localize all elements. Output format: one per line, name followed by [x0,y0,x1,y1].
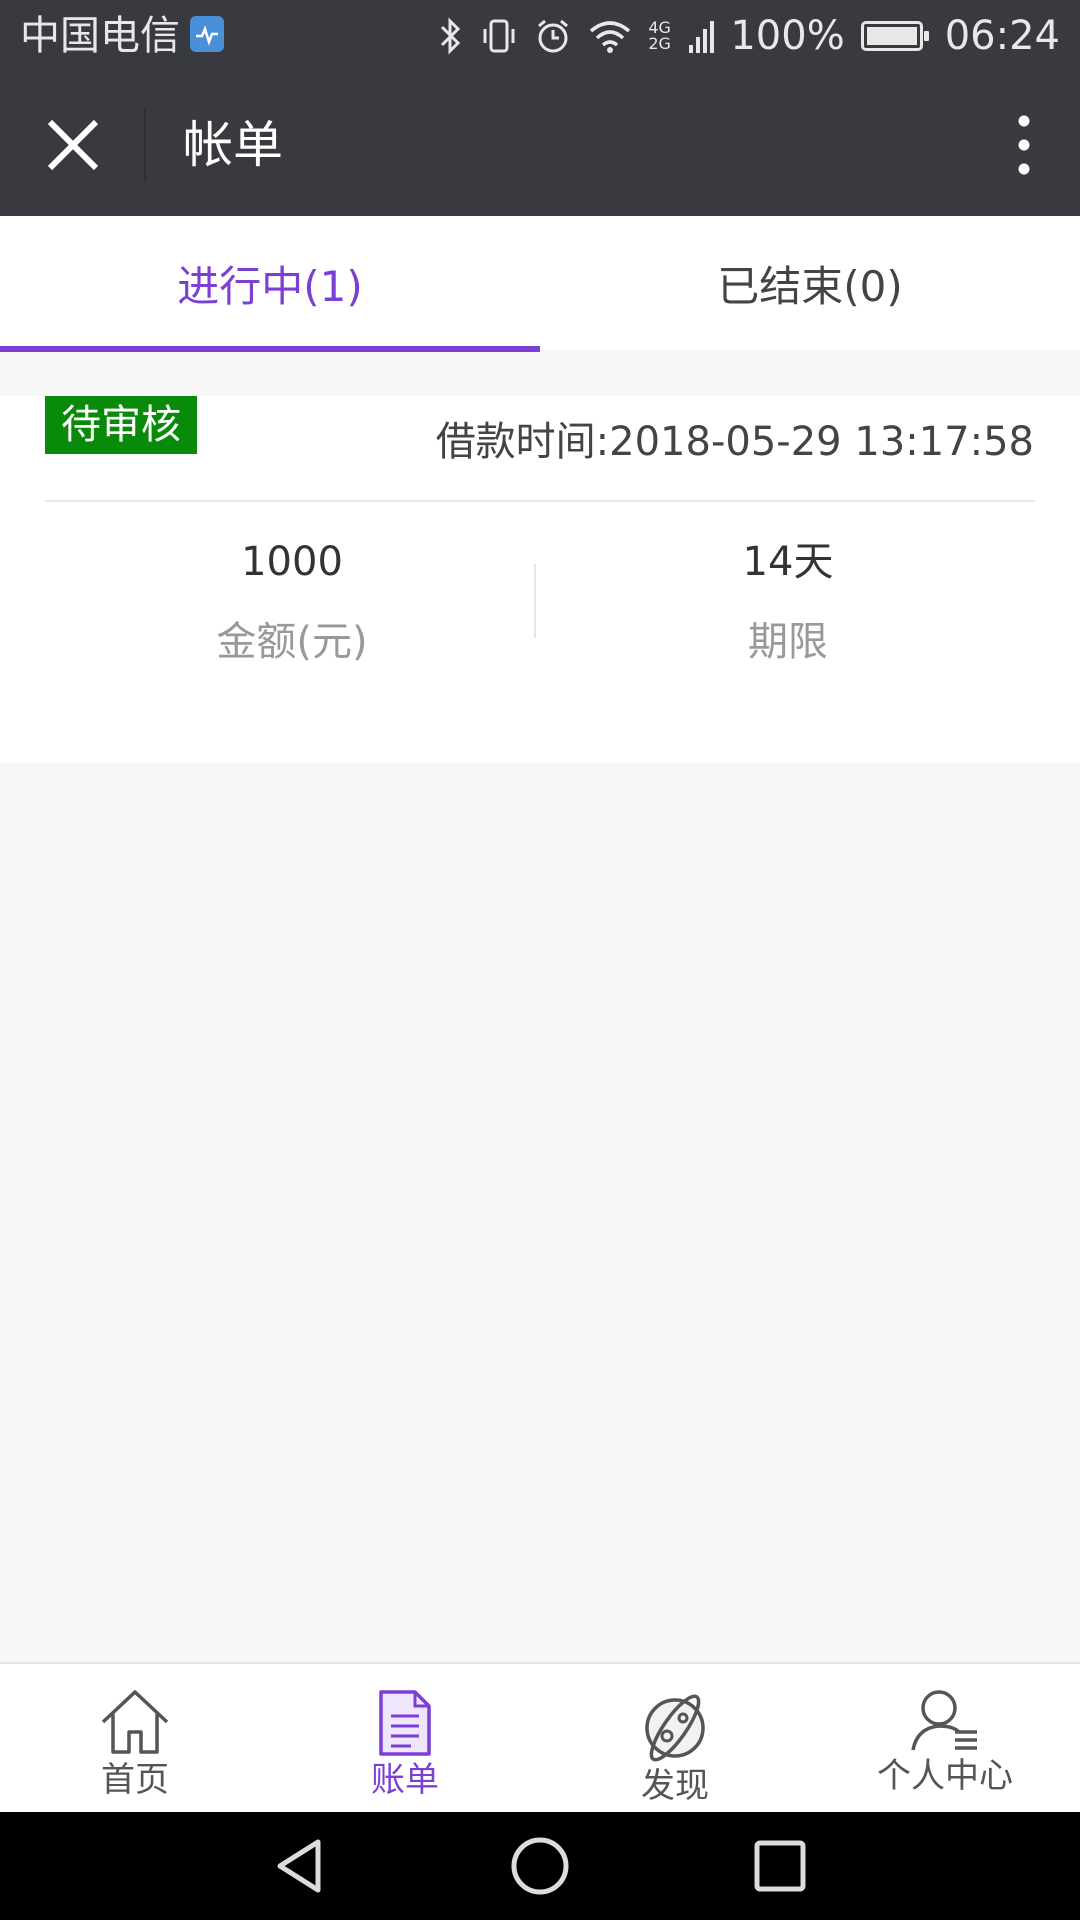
page-title: 帐单 [183,116,283,174]
signal-icon [689,21,715,53]
battery-percent: 100% [730,13,845,59]
amount-label: 金额(元) [216,619,368,665]
amount-column: 1000 金额(元) [22,536,562,668]
bluetooth-icon [441,17,461,55]
nav-label: 账单 [371,1760,439,1800]
carrier-name: 中国电信 [20,13,180,59]
nav-item-discover[interactable]: 发现 [540,1664,810,1814]
back-button[interactable] [270,1836,330,1896]
nav-label: 首页 [101,1760,169,1800]
home-button[interactable] [510,1836,570,1896]
home-circle-icon [511,1837,569,1895]
close-button[interactable] [38,108,108,182]
nav-item-bill[interactable]: 账单 [270,1664,540,1814]
alarm-icon [538,19,569,53]
user-icon [911,1690,977,1751]
title-divider [144,108,146,182]
more-vertical-icon [1018,115,1030,175]
term-value: 14天 [742,539,834,585]
health-app-icon [190,16,224,52]
recents-square-icon [754,1840,806,1892]
recents-button[interactable] [750,1836,810,1896]
network-type: 4G 2G [648,18,671,53]
battery-level-fill [866,27,917,45]
back-triangle-icon [277,1839,321,1893]
bill-icon [379,1690,431,1756]
bottom-navigation: 首页 账单 发现 个人中心 [0,1662,1080,1812]
bill-tabs: 进行中(1) 已结束(0) [0,216,1080,350]
clock: 06:24 [944,13,1060,59]
system-navigation-bar [0,1812,1080,1920]
close-icon [47,119,99,171]
status-badge: 待审核 [45,396,197,454]
nav-label: 发现 [641,1766,709,1806]
bill-card[interactable]: 待审核 借款时间:2018-05-29 13:17:58 1000 金额(元) … [0,396,1080,762]
nav-item-profile[interactable]: 个人中心 [810,1664,1080,1814]
status-bar: 中国电信 4G 2G 100% 06:24 [0,0,1080,74]
title-bar: 帐单 [0,74,1080,216]
nav-label: 个人中心 [877,1756,1013,1796]
loan-time: 借款时间:2018-05-29 13:17:58 [435,419,1034,465]
term-column: 14天 期限 [518,536,1058,668]
more-menu-button[interactable] [998,108,1050,182]
battery-icon [860,21,929,51]
amount-value: 1000 [241,539,343,585]
active-tab-indicator [0,346,540,352]
planet-icon [645,1694,705,1762]
vibrate-icon [483,19,515,53]
card-divider [45,500,1035,502]
term-label: 期限 [748,619,828,665]
home-icon [101,1690,169,1754]
tab-in-progress[interactable]: 进行中(1) [0,216,540,350]
wifi-icon [590,21,631,53]
tab-finished[interactable]: 已结束(0) [540,216,1080,350]
status-icons: 4G 2G 100% 06:24 [438,10,1060,62]
nav-item-home[interactable]: 首页 [0,1664,270,1814]
